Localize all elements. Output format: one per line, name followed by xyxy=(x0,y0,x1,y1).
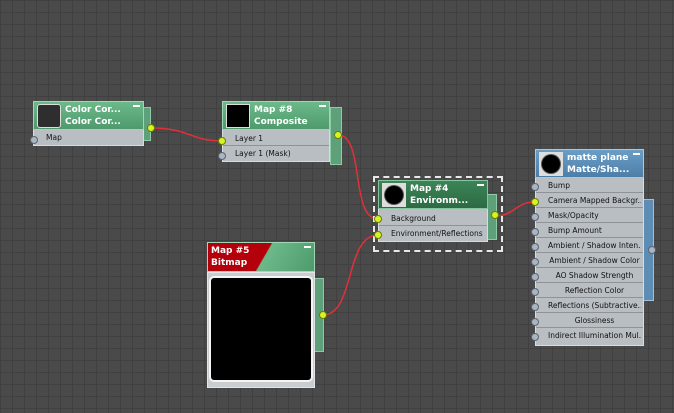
input-slot-layer1-mask[interactable]: Layer 1 (Mask) xyxy=(223,147,329,161)
bitmap-preview-frame xyxy=(207,272,315,388)
input-socket-camera-mapped-background[interactable] xyxy=(531,198,539,206)
input-slot-ambient-shadow-color[interactable]: Ambient / Shadow Color xyxy=(536,254,643,268)
node-matte-plane[interactable]: matte plane Matte/Sha... Bump Camera Map… xyxy=(531,149,657,353)
minimize-icon[interactable] xyxy=(633,153,640,155)
input-socket-bump[interactable] xyxy=(531,183,539,191)
material-thumbnail xyxy=(539,152,563,176)
input-socket-layer1-mask[interactable] xyxy=(218,152,226,160)
minimize-icon[interactable] xyxy=(319,105,326,107)
input-socket-glossiness[interactable] xyxy=(531,318,539,326)
output-socket[interactable] xyxy=(491,211,499,219)
map-thumbnail xyxy=(382,183,406,207)
input-socket-mask-opacity[interactable] xyxy=(531,213,539,221)
wire-map5-to-map4 xyxy=(322,234,379,316)
wire-colorcorrect-to-map8 xyxy=(150,127,223,142)
input-socket-reflection-color[interactable] xyxy=(531,288,539,296)
output-socket[interactable] xyxy=(334,131,342,139)
input-slot-indirect-illumination-multiplier[interactable]: Indirect Illumination Mul... xyxy=(536,329,643,343)
node-map8-composite[interactable]: Map #8 Composite Layer 1 Layer 1 (Mask) xyxy=(218,101,344,171)
slot-list: Map xyxy=(33,130,144,146)
node-map4-environment[interactable]: Map #4 Environm... Background Environmen… xyxy=(374,180,500,248)
slot-list: Bump Camera Mapped Backgr... Mask/Opacit… xyxy=(535,178,644,346)
input-slot-ao-shadow-strength[interactable]: AO Shadow Strength xyxy=(536,269,643,283)
minimize-icon[interactable] xyxy=(477,184,484,186)
minimize-icon[interactable] xyxy=(133,105,140,107)
input-socket-indirect-illumination-multiplier[interactable] xyxy=(531,333,539,341)
node-title: Map #5 Bitmap xyxy=(211,246,250,268)
input-socket-map[interactable] xyxy=(30,136,38,144)
node-title: Color Cor... Color Cor... xyxy=(65,105,121,127)
node-title: matte plane Matte/Sha... xyxy=(567,153,629,175)
node-header[interactable]: Map #4 Environm... xyxy=(378,180,488,209)
input-socket-bump-amount[interactable] xyxy=(531,228,539,236)
node-header[interactable]: Color Cor... Color Cor... xyxy=(33,101,144,130)
bitmap-preview-image[interactable] xyxy=(211,278,311,380)
input-slot-layer1[interactable]: Layer 1 xyxy=(223,132,329,146)
output-socket[interactable] xyxy=(648,246,656,254)
input-socket-layer1[interactable] xyxy=(218,137,226,145)
node-header[interactable]: Map #5 Bitmap xyxy=(207,242,315,272)
input-socket-ambient-shadow-color[interactable] xyxy=(531,258,539,266)
input-socket-environment-reflections[interactable] xyxy=(374,231,382,239)
input-slot-mask-opacity[interactable]: Mask/Opacity xyxy=(536,209,643,223)
node-title: Map #8 Composite xyxy=(254,105,308,127)
input-slot-camera-mapped-background[interactable]: Camera Mapped Backgr... xyxy=(536,194,643,208)
input-slot-environment-reflections[interactable]: Environment/Reflections xyxy=(379,227,487,241)
node-title: Map #4 Environm... xyxy=(410,184,469,206)
map-thumbnail xyxy=(226,104,250,128)
slot-list: Background Environment/Reflections xyxy=(378,209,488,242)
minimize-icon[interactable] xyxy=(304,246,311,248)
input-slot-bump[interactable]: Bump xyxy=(536,179,643,193)
output-socket[interactable] xyxy=(319,311,327,319)
node-color-correction[interactable]: Color Cor... Color Cor... Map xyxy=(30,101,155,147)
input-socket-ao-shadow-strength[interactable] xyxy=(531,273,539,281)
input-slot-map[interactable]: Map xyxy=(34,131,143,145)
slot-list: Layer 1 Layer 1 (Mask) xyxy=(222,130,330,162)
node-header[interactable]: matte plane Matte/Sha... xyxy=(535,149,644,178)
wire-map8-to-map4 xyxy=(337,134,379,220)
input-slot-glossiness[interactable]: Glossiness xyxy=(536,314,643,328)
input-slot-reflection-color[interactable]: Reflection Color xyxy=(536,284,643,298)
input-slot-reflections-subtractive[interactable]: Reflections (Subtractive... xyxy=(536,299,643,313)
node-map5-bitmap[interactable]: Map #5 Bitmap xyxy=(207,242,327,388)
input-slot-bump-amount[interactable]: Bump Amount xyxy=(536,224,643,238)
input-slot-background[interactable]: Background xyxy=(379,212,487,226)
input-socket-background[interactable] xyxy=(374,215,382,223)
node-header[interactable]: Map #8 Composite xyxy=(222,101,330,130)
input-socket-ambient-shadow-intensity[interactable] xyxy=(531,243,539,251)
map-thumbnail xyxy=(37,104,61,128)
input-socket-reflections-subtractive[interactable] xyxy=(531,303,539,311)
output-socket[interactable] xyxy=(147,124,155,132)
input-slot-ambient-shadow-intensity[interactable]: Ambient / Shadow Inten... xyxy=(536,239,643,253)
